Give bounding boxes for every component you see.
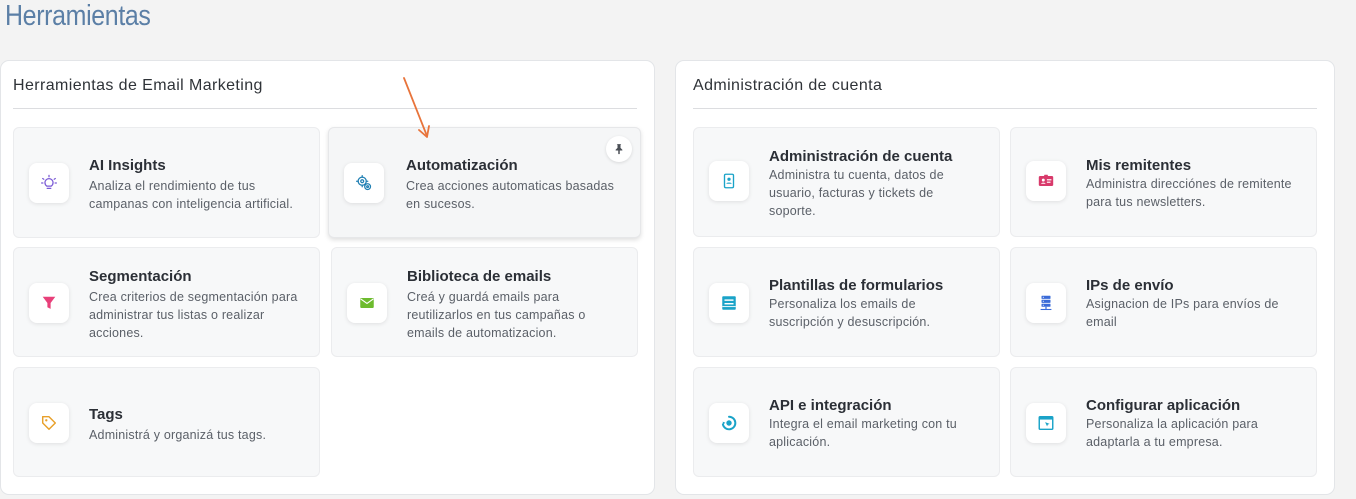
tool-card-automatizacion[interactable]: Automatización Crea acciones automaticas… [328,127,641,238]
tool-card-ai-insights[interactable]: AI Insights Analiza el rendimiento de tu… [13,127,320,238]
envelope-icon [347,283,387,323]
card-title: Automatización [406,157,518,174]
id-card-icon [1026,161,1066,201]
form-template-icon [709,283,749,323]
user-device-icon [709,161,749,201]
card-title: Biblioteca de emails [407,268,552,285]
card-description: Creá y guardá emails para reutilizarlos … [407,288,586,342]
card-description-line: Creá y guardá emails para [407,290,560,304]
card-description-line: Analiza el rendimiento de tus [89,179,256,193]
card-title: Tags [89,406,123,423]
card-description-line: usuario, facturas y tickets de [769,186,934,200]
lightbulb-icon [29,163,69,203]
admin-card-configurar-aplicacion[interactable]: Configurar aplicación Personaliza la apl… [1010,367,1317,477]
card-description: Administrá y organizá tus tags. [89,426,266,444]
account-admin-panel-title: Administración de cuenta [693,77,883,94]
funnel-icon [29,283,69,323]
card-description: Crea criterios de segmentación para admi… [89,288,298,342]
card-description-line: Personaliza los emails de [769,297,916,311]
card-description: Administra direcciónes de remitente para… [1086,175,1292,211]
card-description: Integra el email marketing con tu aplica… [769,415,957,451]
admin-card-mis-remitentes[interactable]: Mis remitentes Administra direcciónes de… [1010,127,1317,237]
app-window-icon [1026,403,1066,443]
card-description: Asignacion de IPs para envíos de email [1086,295,1279,331]
card-description-line: administrar tus listas o realizar [89,308,265,322]
card-title: API e integración [769,397,892,414]
card-description: Personaliza la aplicación para adaptarla… [1086,415,1258,451]
server-icon [1026,283,1066,323]
email-tools-panel-title: Herramientas de Email Marketing [13,77,263,94]
panel-divider [693,108,1317,109]
admin-card-plantillas-formularios[interactable]: Plantillas de formularios Personaliza lo… [693,247,1000,357]
card-description-line: email [1086,315,1117,329]
card-title: Plantillas de formularios [769,277,944,294]
card-description-line: adaptarla a tu empresa. [1086,435,1223,449]
card-description-line: aplicación. [769,435,831,449]
account-admin-panel: Administración de cuenta Administración … [675,60,1335,495]
card-description-line: para tus newsletters. [1086,195,1206,209]
pin-icon [615,144,623,155]
card-description: Crea acciones automaticas basadas en suc… [406,177,614,213]
card-title: Configurar aplicación [1086,397,1241,414]
card-title: IPs de envío [1086,277,1174,294]
card-description: Personaliza los emails de suscripción y … [769,295,930,331]
tool-card-segmentacion[interactable]: Segmentación Crea criterios de segmentac… [13,247,320,357]
annotation-arrow [403,77,430,138]
card-description-line: emails de automatizacion. [407,326,557,340]
panel-divider [13,108,637,109]
card-description-line: Administrá y organizá tus tags. [89,428,267,442]
admin-card-ips-envio[interactable]: IPs de envío Asignacion de IPs para enví… [1010,247,1317,357]
card-title: Segmentación [89,268,192,285]
card-description-line: acciones. [89,326,144,340]
card-description-line: reutilizarlos en tus campañas o [407,308,586,322]
card-description-line: Asignacion de IPs para envíos de [1086,297,1279,311]
card-description-line: Crea acciones automaticas basadas [406,179,615,193]
card-description-line: en sucesos. [406,197,475,211]
tag-icon [29,403,69,443]
card-description-line: Crea criterios de segmentación para [89,290,298,304]
card-description: Analiza el rendimiento de tus campanas c… [89,177,293,213]
card-title: Mis remitentes [1086,157,1192,174]
card-title: Administración de cuenta [769,148,953,165]
admin-card-administracion-cuenta[interactable]: Administración de cuenta Administra tu c… [693,127,1000,237]
card-description-line: campanas con inteligencia artificial. [89,197,294,211]
card-description-line: suscripción y desuscripción. [769,315,931,329]
card-description: Administra tu cuenta, datos de usuario, … [769,166,944,220]
tool-card-tags[interactable]: Tags Administrá y organizá tus tags. [13,367,320,477]
pin-button[interactable] [606,136,632,162]
email-tools-panel: Herramientas de Email Marketing AI Insig… [0,60,655,495]
card-description-line: Administra direcciónes de remitente [1086,177,1292,191]
card-description-line: Personaliza la aplicación para [1086,417,1259,431]
api-icon [709,403,749,443]
page-title: Herramientas [5,0,151,32]
tool-card-biblioteca-emails[interactable]: Biblioteca de emails Creá y guardá email… [331,247,638,357]
card-title: AI Insights [89,157,166,174]
gears-icon [344,163,384,203]
admin-card-api-integracion[interactable]: API e integración Integra el email marke… [693,367,1000,477]
card-description-line: soporte. [769,204,816,218]
card-description-line: Integra el email marketing con tu [769,417,957,431]
card-description-line: Administra tu cuenta, datos de [769,168,944,182]
